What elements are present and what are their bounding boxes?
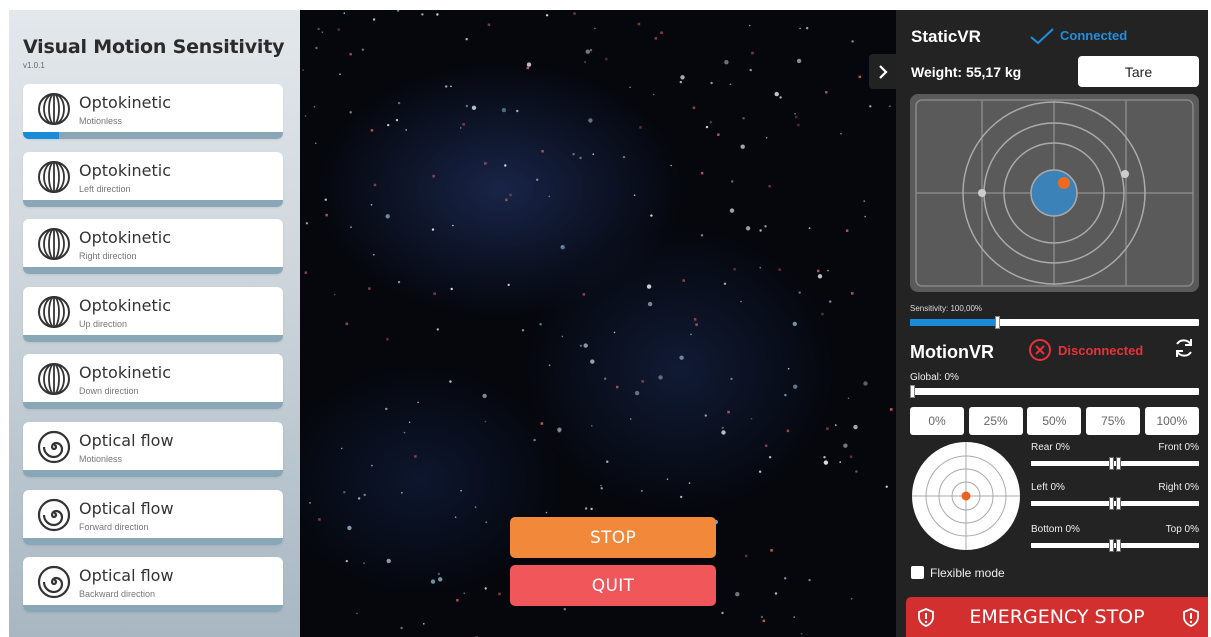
shield-alert-icon (918, 608, 934, 627)
center-of-pressure-dot (1058, 177, 1070, 189)
sphere-lines-icon (38, 93, 70, 125)
app-window: Visual Motion Sensitivity v1.0.1 Optokin… (9, 10, 1208, 637)
preset-button[interactable]: 25% (968, 407, 1023, 435)
sphere-lines-icon (38, 363, 70, 396)
mode-subtitle: Backward direction (79, 589, 156, 600)
preset-button[interactable]: 75% (1086, 407, 1141, 435)
mode-name: Optokinetic (79, 295, 172, 315)
emergency-stop-label: EMERGENCY STOP (969, 606, 1145, 628)
refresh-icon[interactable] (1172, 336, 1196, 360)
collapse-panel-button[interactable] (869, 54, 896, 89)
axis-knob[interactable] (1116, 539, 1121, 552)
stop-button[interactable]: STOP (510, 517, 716, 558)
mode-card[interactable]: Optokinetic Right direction (23, 219, 283, 275)
mode-subtitle: Forward direction (79, 521, 149, 532)
axis-knob[interactable] (1109, 539, 1114, 552)
motion-joystick[interactable] (911, 440, 1021, 552)
preset-button[interactable]: 0% (910, 407, 964, 435)
weight-readout: Weight: 55,17 kg (911, 64, 1022, 80)
mode-progress-bar (23, 334, 283, 342)
axis-max-label: Front 0% (1158, 442, 1199, 453)
shield-alert-icon (1183, 608, 1199, 627)
starfield-viewport: STOP QUIT (300, 10, 896, 637)
mode-progress-bar (23, 267, 283, 275)
sensitivity-slider[interactable] (910, 316, 1199, 329)
mode-progress-fill (23, 132, 60, 139)
flexible-mode-checkbox[interactable] (911, 566, 924, 579)
global-slider[interactable] (910, 385, 1199, 398)
mode-card[interactable]: Optical flow Backward direction (23, 557, 283, 613)
mode-name: Optokinetic (79, 228, 172, 248)
tare-button[interactable]: Tare (1078, 56, 1199, 87)
balance-plot (910, 94, 1199, 292)
mode-progress-bar (23, 132, 283, 139)
flexible-mode-label: Flexible mode (930, 566, 1005, 580)
mode-progress-bar (23, 199, 283, 207)
mode-progress-bar (23, 470, 283, 477)
axis-slider[interactable] (1031, 497, 1199, 510)
balance-marker-right (1121, 170, 1129, 178)
axis-min-label: Rear 0% (1031, 442, 1070, 453)
mode-name: Optical flow (79, 566, 174, 586)
sensitivity-fill (910, 319, 997, 326)
axis-min-label: Left 0% (1031, 482, 1065, 493)
app-title: Visual Motion Sensitivity (23, 36, 285, 58)
mode-name: Optical flow (79, 498, 174, 518)
mode-subtitle: Up direction (79, 318, 128, 329)
spiral-icon (37, 430, 71, 464)
device-panel: StaticVR Connected Weight: 55,17 kg Tare (896, 10, 1208, 637)
mode-name: Optokinetic (79, 160, 172, 180)
global-label: Global: 0% (910, 372, 959, 383)
preset-button[interactable]: 50% (1027, 407, 1082, 435)
mode-name: Optical flow (79, 431, 174, 450)
sphere-lines-icon (38, 295, 70, 328)
axis-slider[interactable] (1031, 457, 1199, 470)
preset-button[interactable]: 100% (1144, 407, 1199, 435)
mode-subtitle: Motionless (79, 454, 123, 464)
mode-name: Optokinetic (79, 363, 172, 383)
axis-max-label: Top 0% (1165, 524, 1199, 535)
error-x-icon (1029, 339, 1051, 361)
motionvr-status: Disconnected (1058, 343, 1144, 358)
axis-min-label: Bottom 0% (1031, 524, 1080, 535)
joystick-dot[interactable] (961, 491, 971, 501)
sensitivity-label: Sensitivity: 100,00% (910, 304, 983, 313)
checkmark-icon (1030, 28, 1054, 45)
spiral-icon (37, 498, 71, 531)
emergency-stop-button[interactable]: EMERGENCY STOP (906, 597, 1208, 637)
axis-max-label: Right 0% (1158, 482, 1199, 493)
sphere-lines-icon (38, 228, 70, 261)
chevron-right-icon (878, 64, 888, 79)
staticvr-status: Connected (1060, 28, 1128, 43)
mode-card[interactable]: Optokinetic Motionless (23, 84, 283, 139)
sphere-lines-icon (38, 160, 70, 193)
axis-knob[interactable] (1116, 457, 1121, 470)
mode-card[interactable]: Optical flow Forward direction (23, 489, 283, 545)
sensitivity-knob[interactable] (994, 316, 1000, 329)
mode-subtitle: Right direction (79, 251, 137, 262)
mode-progress-bar (23, 402, 283, 410)
mode-name: Optokinetic (79, 93, 172, 112)
mode-subtitle: Motionless (79, 116, 123, 126)
balance-marker-left (978, 189, 986, 197)
axis-knob[interactable] (1109, 497, 1114, 510)
mode-subtitle: Down direction (79, 386, 139, 397)
mode-card[interactable]: Optokinetic Down direction (23, 354, 283, 410)
mode-card[interactable]: Optokinetic Left direction (23, 151, 283, 207)
mode-card[interactable]: Optokinetic Up direction (23, 286, 283, 342)
mode-progress-bar (23, 537, 283, 545)
mode-subtitle: Left direction (79, 183, 131, 194)
axis-knob[interactable] (1116, 497, 1121, 510)
mode-progress-bar (23, 605, 283, 613)
axis-slider[interactable] (1031, 539, 1199, 552)
mode-card[interactable]: Optical flow Motionless (23, 422, 283, 477)
motionvr-title: MotionVR (910, 342, 994, 362)
quit-button[interactable]: QUIT (510, 565, 716, 606)
mode-list-panel: Visual Motion Sensitivity v1.0.1 Optokin… (9, 10, 300, 637)
spiral-icon (37, 566, 71, 599)
staticvr-title: StaticVR (911, 27, 981, 46)
axis-knob[interactable] (1109, 457, 1114, 470)
global-knob[interactable] (910, 385, 915, 398)
app-version: v1.0.1 (23, 61, 45, 70)
